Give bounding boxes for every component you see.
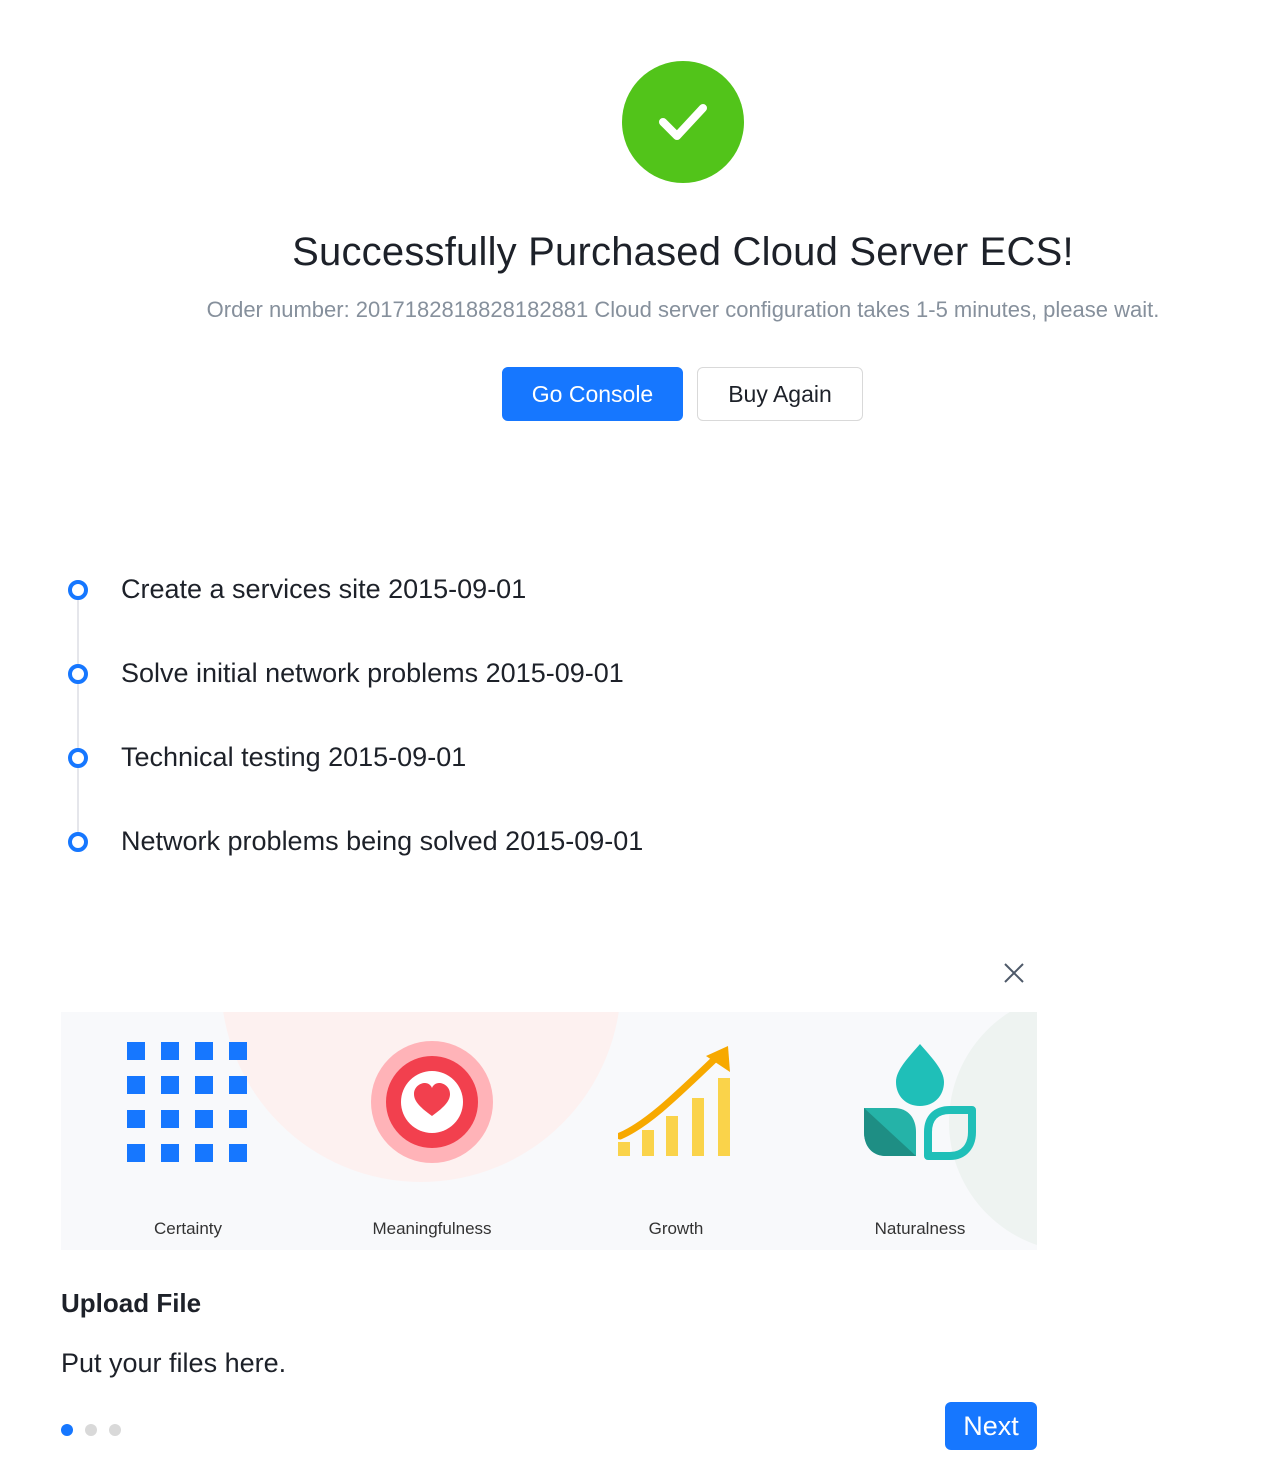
timeline-item: Solve initial network problems 2015-09-0… (60, 644, 860, 704)
timeline-dot (68, 664, 88, 684)
heart-target-icon (310, 1032, 554, 1172)
leaf-icon (798, 1032, 1037, 1172)
timeline-dot (68, 748, 88, 768)
timeline-item-label: Network problems being solved 2015-09-01 (121, 826, 644, 856)
timeline-dot (68, 580, 88, 600)
timeline-item: Create a services site 2015-09-01 (60, 560, 860, 620)
growth-bars-icon (554, 1032, 798, 1172)
close-icon[interactable] (999, 958, 1029, 988)
result-subtitle: Order number: 2017182818828182881 Cloud … (206, 297, 1160, 322)
tour-step-dot-active[interactable] (61, 1424, 73, 1436)
cover-label: Meaningfulness (372, 1219, 492, 1238)
timeline-item: Technical testing 2015-09-01 (60, 728, 860, 788)
cover-item-naturalness: Naturalness (798, 1012, 1037, 1250)
result-title: Successfully Purchased Cloud Server ECS! (292, 230, 1074, 274)
next-button[interactable]: Next (945, 1402, 1037, 1450)
tour-step-indicators (61, 1424, 121, 1436)
tour-description: Put your files here. (61, 1348, 287, 1378)
cover-label: Certainty (153, 1219, 223, 1238)
timeline-item-label: Technical testing 2015-09-01 (121, 742, 467, 772)
grid-squares-icon (66, 1032, 310, 1172)
cover-label: Naturalness (874, 1219, 966, 1238)
timeline-dot (68, 832, 88, 852)
cover-label: Growth (648, 1219, 704, 1238)
check-circle-icon (622, 61, 744, 183)
tour-step-dot[interactable] (109, 1424, 121, 1436)
buy-again-button[interactable]: Buy Again (697, 367, 863, 421)
tour-panel: Certainty Meaningfulness Growth Naturaln… (61, 950, 1037, 1450)
timeline-item-label: Create a services site 2015-09-01 (121, 574, 527, 604)
result-actions: Go Console Buy Again (502, 367, 863, 421)
cover-item-growth: Growth (554, 1012, 798, 1250)
cover-item-certainty: Certainty (66, 1012, 310, 1250)
timeline-item-label: Solve initial network problems 2015-09-0… (121, 658, 624, 688)
go-console-button[interactable]: Go Console (502, 367, 683, 421)
timeline-connector (77, 590, 79, 842)
tour-title: Upload File (61, 1288, 202, 1318)
tour-cover-image: Certainty Meaningfulness Growth Naturaln… (61, 1012, 1037, 1250)
tour-step-dot[interactable] (85, 1424, 97, 1436)
cover-item-meaningfulness: Meaningfulness (310, 1012, 554, 1250)
timeline-item: Network problems being solved 2015-09-01 (60, 812, 860, 872)
